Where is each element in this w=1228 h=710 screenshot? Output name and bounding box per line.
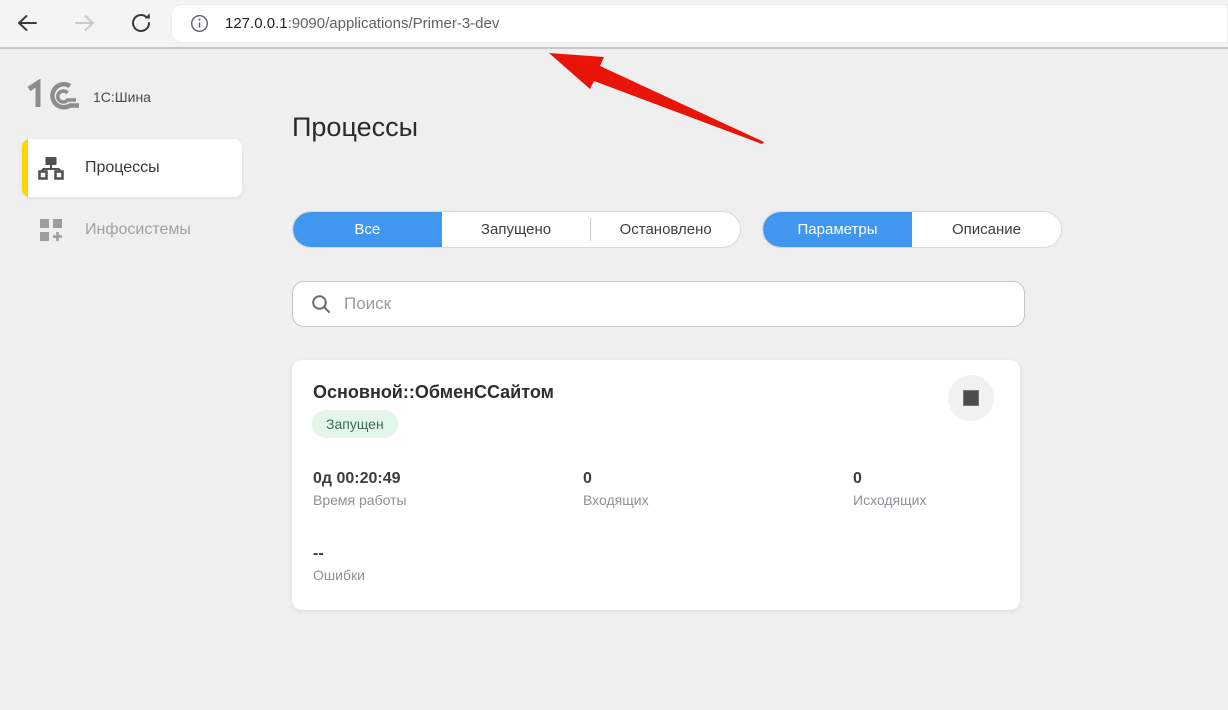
sitemap-icon [38, 156, 64, 180]
stat-label: Входящих [583, 492, 853, 508]
stat-value: 0 [583, 470, 853, 488]
app-logo: 1С:Шина [24, 81, 262, 113]
stat-label: Ошибки [313, 567, 583, 583]
forward-icon [73, 11, 97, 38]
back-icon [15, 11, 39, 38]
url-path: :9090/applications/Primer-3-dev [288, 15, 500, 32]
process-stats: 0д 00:20:49 Время работы 0 Входящих 0 Ис… [313, 470, 1019, 583]
stat-errors: -- Ошибки [313, 545, 583, 583]
stat-label: Исходящих [853, 492, 1019, 508]
stat-uptime: 0д 00:20:49 Время работы [313, 470, 583, 508]
active-accent-bar [22, 139, 28, 197]
tab-description[interactable]: Описание [912, 212, 1061, 247]
stat-label: Время работы [313, 492, 583, 508]
url-host: 127.0.0.1 [225, 15, 288, 32]
sidebar: 1С:Шина Процессы [0, 49, 262, 710]
1c-logo-icon [24, 79, 80, 116]
status-filter-group: Все Запущено Остановлено [292, 211, 741, 248]
browser-toolbar: 127.0.0.1:9090/applications/Primer-3-dev [0, 0, 1228, 47]
view-tabs-group: Параметры Описание [762, 211, 1062, 248]
stop-icon [963, 390, 979, 406]
filter-running-button[interactable]: Запущено [442, 212, 591, 247]
tab-parameters[interactable]: Параметры [763, 212, 912, 247]
page-title: Процессы [292, 112, 418, 143]
stat-value: -- [313, 545, 583, 563]
browser-refresh-button[interactable] [127, 10, 155, 38]
search-icon [310, 293, 332, 315]
info-icon[interactable] [190, 14, 209, 33]
stat-value: 0д 00:20:49 [313, 470, 583, 488]
main-content: Процессы Все Запущено Остановлено Параме… [292, 49, 1072, 710]
sidebar-item-infosystems[interactable]: Инфосистемы [0, 201, 262, 259]
status-badge: Запущен [312, 410, 398, 438]
filter-stopped-button[interactable]: Остановлено [591, 212, 740, 247]
stat-value: 0 [853, 470, 1019, 488]
app-name: 1С:Шина [93, 89, 151, 105]
search-input[interactable] [344, 294, 1024, 314]
sidebar-item-processes[interactable]: Процессы [22, 139, 242, 197]
stop-process-button[interactable] [948, 375, 994, 421]
stat-incoming: 0 Входящих [583, 470, 853, 508]
url-text[interactable]: 127.0.0.1:9090/applications/Primer-3-dev [225, 15, 499, 32]
search-box [292, 281, 1025, 327]
sidebar-nav: Процессы Инфосистемы [0, 139, 262, 259]
refresh-icon [129, 11, 153, 38]
filter-all-button[interactable]: Все [293, 212, 442, 247]
grid-plus-icon [38, 218, 64, 242]
process-card: Основной::ОбменССайтом Запущен 0д 00:20:… [292, 360, 1020, 610]
browser-forward-button[interactable] [71, 10, 99, 38]
sidebar-item-label: Инфосистемы [85, 221, 191, 239]
process-name: Основной::ОбменССайтом [313, 382, 554, 403]
sidebar-item-label: Процессы [85, 159, 160, 177]
address-bar[interactable]: 127.0.0.1:9090/applications/Primer-3-dev [171, 4, 1228, 43]
stat-outgoing: 0 Исходящих [853, 470, 1019, 508]
filter-controls: Все Запущено Остановлено Параметры Описа… [292, 211, 1062, 248]
browser-back-button[interactable] [13, 10, 41, 38]
